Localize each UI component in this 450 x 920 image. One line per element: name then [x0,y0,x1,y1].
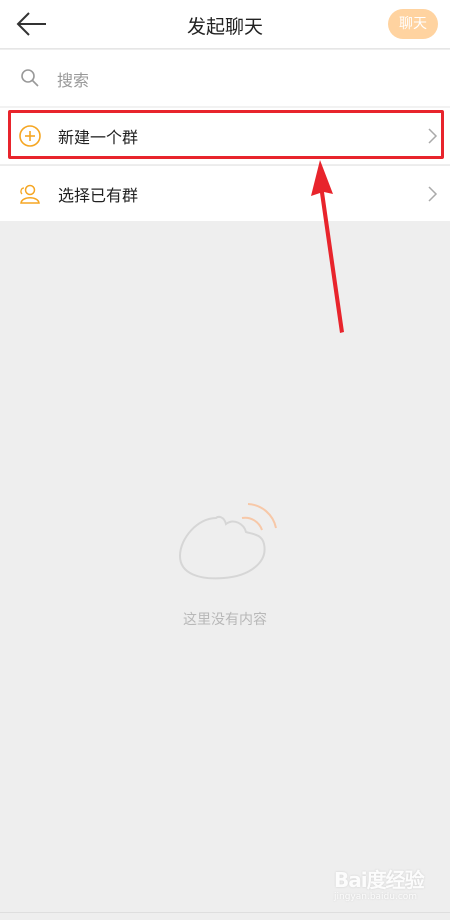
group-icon [20,184,40,204]
divider [0,912,450,913]
watermark-logo: Bai度经验 jingyan.baidu.com [326,862,446,910]
menu-item-label: 新建一个群 [58,128,139,147]
watermark-url: jingyan.baidu.com [334,892,418,902]
search-input[interactable]: 搜索 [57,67,89,91]
search-bar[interactable]: 搜索 [0,50,450,106]
search-icon [21,69,39,87]
empty-state-text: 这里没有内容 [183,612,267,628]
plus-circle-icon [19,125,41,147]
watermark-text: Bai度经验 [334,868,425,892]
empty-glove-icon [178,503,277,580]
chevron-right-icon [428,128,438,144]
menu-item-label: 选择已有群 [58,186,139,205]
chevron-right-icon [428,186,438,202]
nav-header: 发起聊天 聊天 [0,0,450,49]
menu-item-new-group[interactable]: 新建一个群 [0,108,450,164]
page-title: 发起聊天 [186,16,263,38]
annotation-arrow-icon [311,160,344,333]
chat-button[interactable]: 聊天 [388,9,438,39]
menu-item-existing-group[interactable]: 选择已有群 [0,165,450,221]
